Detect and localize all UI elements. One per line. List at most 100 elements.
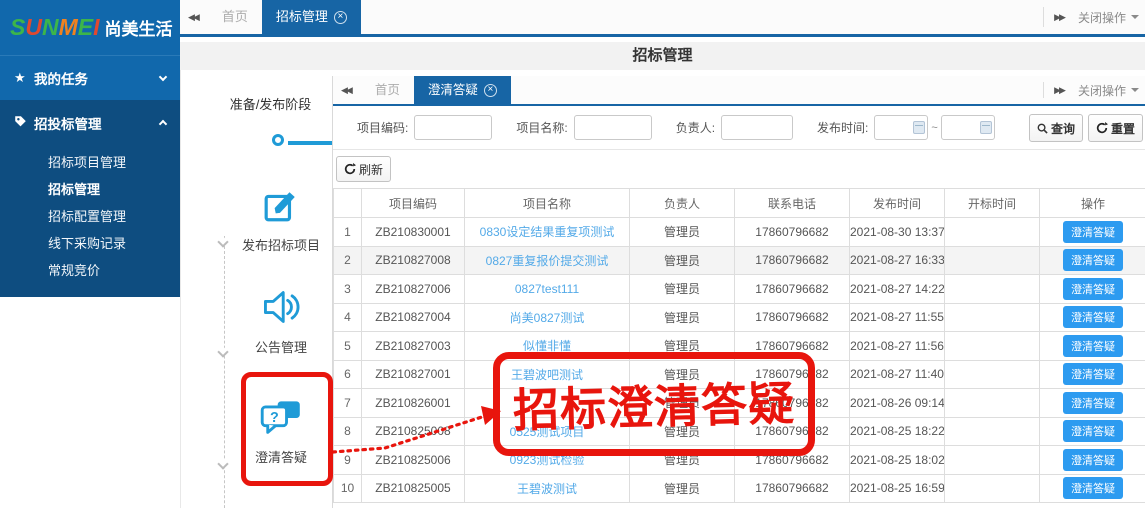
stage-step-label: 澄清答疑 xyxy=(221,447,341,466)
project-code-cell: ZB210827008 xyxy=(362,246,465,275)
refresh-button[interactable]: 刷新 xyxy=(336,156,391,182)
chevron-down-icon xyxy=(159,72,167,80)
col-actions: 操作 xyxy=(1040,189,1145,218)
sidebar-item-bid-mgmt[interactable]: 招标管理 xyxy=(0,176,180,203)
project-name-link[interactable]: 王碧波吧测试 xyxy=(511,368,583,382)
clarify-action-button[interactable]: 澄清答疑 xyxy=(1063,420,1123,442)
row-index: 10 xyxy=(334,474,362,503)
clarify-action-button[interactable]: 澄清答疑 xyxy=(1063,449,1123,471)
project-code-cell: ZB210825008 xyxy=(362,417,465,446)
phone-cell: 17860796682 xyxy=(735,417,850,446)
publish-time-cell: 2021-08-25 18:02 xyxy=(850,446,945,475)
owner-cell: 管理员 xyxy=(630,446,735,475)
tab-home-outer[interactable]: 首页 xyxy=(208,0,262,34)
tab-bidding-mgmt[interactable]: 招标管理 × xyxy=(262,0,361,34)
clarify-action-button[interactable]: 澄清答疑 xyxy=(1063,221,1123,243)
table-row: 8 ZB210825008 0525测试项目 管理员 17860796682 2… xyxy=(334,417,1145,446)
owner-cell: 管理员 xyxy=(630,474,735,503)
query-button[interactable]: 查询 xyxy=(1029,114,1083,142)
sidebar-item-bidding-mgmt[interactable]: 招投标管理 xyxy=(0,100,180,145)
close-operations-dropdown[interactable]: 关闭操作 xyxy=(1078,82,1139,99)
search-icon xyxy=(1037,123,1048,134)
row-index: 2 xyxy=(334,246,362,275)
open-time-cell xyxy=(945,303,1040,332)
sidebar-item-bid-project-mgmt[interactable]: 招标项目管理 xyxy=(0,149,180,176)
calendar-icon[interactable] xyxy=(980,121,992,134)
project-code-cell: ZB210826001 xyxy=(362,389,465,418)
project-code-cell: ZB210825006 xyxy=(362,446,465,475)
close-tab-icon[interactable]: × xyxy=(484,84,497,97)
close-operations-label: 关闭操作 xyxy=(1078,9,1126,26)
tab-home-inner[interactable]: 首页 xyxy=(361,76,414,104)
project-name-link[interactable]: 0923测试检验 xyxy=(510,453,585,467)
refresh-button-label: 刷新 xyxy=(359,161,383,178)
sidebar-item-my-tasks[interactable]: ★ 我的任务 xyxy=(0,55,180,100)
stage-step-clarification[interactable]: ? 澄清答疑 xyxy=(221,400,341,466)
row-index: 5 xyxy=(334,332,362,361)
sidebar: SUNMEI 尚美生活 ★ 我的任务 招投标管理 招标项目管理 招标管理 招标配… xyxy=(0,0,180,297)
stage-step-announcement[interactable]: 公告管理 xyxy=(221,288,341,356)
sidebar-item-bid-config-mgmt[interactable]: 招标配置管理 xyxy=(0,203,180,230)
stage-step-label: 发布招标项目 xyxy=(221,235,341,254)
collapse-tabs-icon[interactable]: ◀◀ xyxy=(333,85,361,96)
sidebar-item-regular-bidding[interactable]: 常规竞价 xyxy=(0,257,180,284)
speaker-icon xyxy=(261,288,301,329)
owner-cell: 管理员 xyxy=(630,218,735,247)
close-tab-icon[interactable]: × xyxy=(334,11,347,24)
project-code-cell: ZB210830001 xyxy=(362,218,465,247)
project-name-link[interactable]: 0830设定结果重复项测试 xyxy=(480,225,615,239)
forward-tabs-icon[interactable]: ▶▶ xyxy=(1054,85,1064,96)
owner-cell: 管理员 xyxy=(630,303,735,332)
clarify-action-button[interactable]: 澄清答疑 xyxy=(1063,335,1123,357)
project-name-link[interactable]: 尚美0827测试 xyxy=(510,311,585,325)
row-index: 6 xyxy=(334,360,362,389)
owner-cell: 管理员 xyxy=(630,275,735,304)
sidebar-item-label: 招投标管理 xyxy=(34,113,160,133)
table-row: 10 ZB210825005 王碧波测试 管理员 17860796682 202… xyxy=(334,474,1145,503)
caret-down-icon xyxy=(1131,88,1139,92)
phone-cell: 17860796682 xyxy=(735,389,850,418)
stage-step-publish-project[interactable]: 发布招标项目 xyxy=(221,188,341,254)
publish-time-cell: 2021-08-27 16:33 xyxy=(850,246,945,275)
clarify-action-button[interactable]: 澄清答疑 xyxy=(1063,249,1123,271)
logo-letter: I xyxy=(93,14,99,40)
chat-question-icon: ? xyxy=(260,400,302,439)
project-name-link[interactable]: 0827test111 xyxy=(515,282,579,296)
owner-input[interactable] xyxy=(721,115,793,140)
project-name-input[interactable] xyxy=(574,115,652,140)
col-project-name: 项目名称 xyxy=(465,189,630,218)
project-code-cell: ZB210827004 xyxy=(362,303,465,332)
project-name-link[interactable]: 0827重复报价提交测试 xyxy=(486,254,609,268)
reset-button[interactable]: 重置 xyxy=(1088,114,1143,142)
clarify-action-button[interactable]: 澄清答疑 xyxy=(1063,306,1123,328)
clarify-action-button[interactable]: 澄清答疑 xyxy=(1063,278,1123,300)
open-time-cell xyxy=(945,275,1040,304)
logo-letter: U xyxy=(25,14,42,40)
table-row: 5 ZB210827003 似懂非懂 管理员 17860796682 2021-… xyxy=(334,332,1145,361)
row-index: 9 xyxy=(334,446,362,475)
clarification-window: ◀◀ 首页 澄清答疑 × ▶▶ 关闭操作 项目编码: xyxy=(332,76,1145,508)
calendar-icon[interactable] xyxy=(913,121,925,134)
close-operations-dropdown[interactable]: 关闭操作 xyxy=(1078,9,1139,26)
open-time-cell xyxy=(945,218,1040,247)
inner-tabbar: ◀◀ 首页 澄清答疑 × ▶▶ 关闭操作 xyxy=(333,76,1145,106)
table-row: 7 ZB210826001 管理员 17860796682 2021-08-26… xyxy=(334,389,1145,418)
project-name-link[interactable]: 似懂非懂 xyxy=(523,339,571,353)
publish-time-cell: 2021-08-27 11:56 xyxy=(850,332,945,361)
project-code-input[interactable] xyxy=(414,115,492,140)
phone-cell: 17860796682 xyxy=(735,275,850,304)
tab-clarification[interactable]: 澄清答疑 × xyxy=(414,76,511,104)
stage-title: 准备/发布阶段 xyxy=(181,94,332,113)
project-name-link[interactable]: 王碧波测试 xyxy=(517,482,577,496)
phone-cell: 17860796682 xyxy=(735,303,850,332)
row-index: 7 xyxy=(334,389,362,418)
field-publish-time: 发布时间: ~ xyxy=(817,115,995,140)
clarify-action-button[interactable]: 澄清答疑 xyxy=(1063,477,1123,499)
forward-tabs-icon[interactable]: ▶▶ xyxy=(1054,12,1064,23)
clarify-action-button[interactable]: 澄清答疑 xyxy=(1063,392,1123,414)
sidebar-item-offline-purchase[interactable]: 线下采购记录 xyxy=(0,230,180,257)
collapse-tabs-icon[interactable]: ◀◀ xyxy=(180,12,208,23)
clarify-action-button[interactable]: 澄清答疑 xyxy=(1063,363,1123,385)
open-time-cell xyxy=(945,417,1040,446)
project-name-link[interactable]: 0525测试项目 xyxy=(510,425,585,439)
